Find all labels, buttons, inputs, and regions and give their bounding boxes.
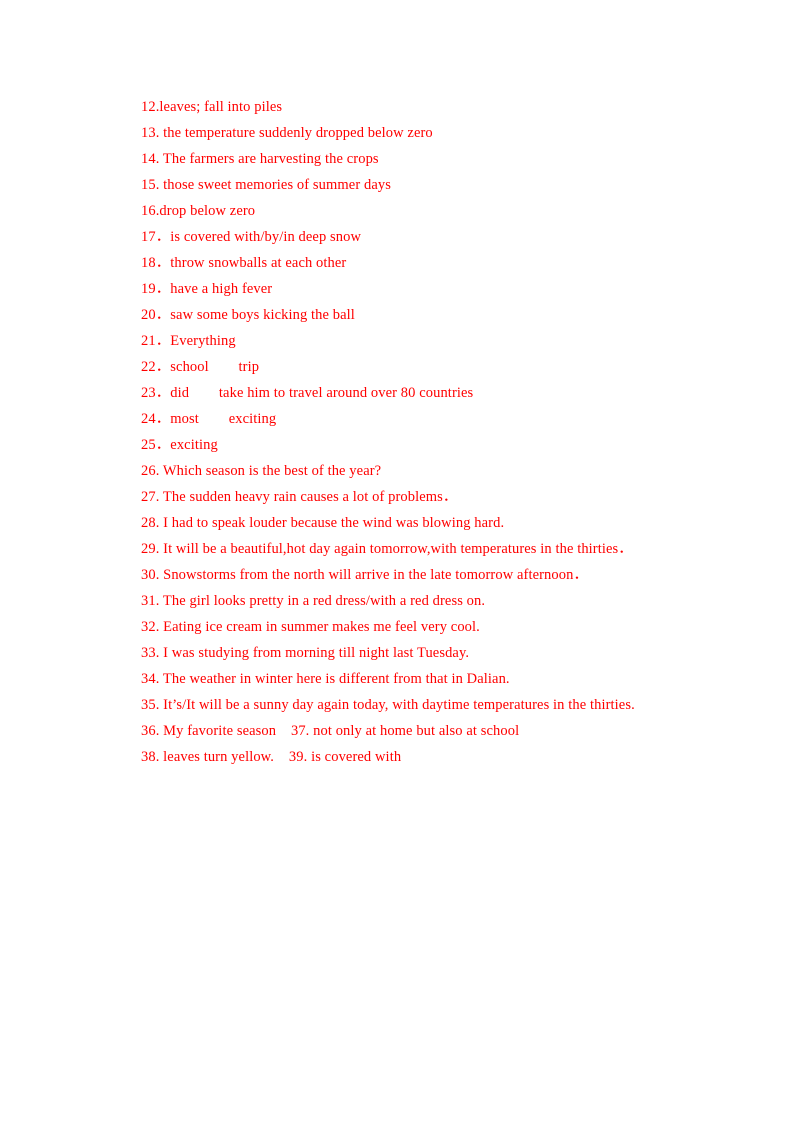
answer-line-15: 15. those sweet memories of summer days (141, 177, 391, 193)
answer-line-12: 12.leaves; fall into piles (141, 99, 283, 115)
answer-line-26: 26. Which season is the best of the year… (141, 463, 382, 479)
document-page: 12.leaves; fall into piles 13. the temper… (0, 0, 794, 1123)
answer-line-17: 17．is covered with/by/in deep snow (141, 229, 362, 245)
answer-line-25: 25．exciting (141, 437, 218, 453)
answer-line-30: 30. Snowstorms from the north will arriv… (141, 567, 589, 583)
answer-line-32: 32. Eating ice cream in summer makes me … (141, 619, 480, 635)
answer-line-28: 28. I had to speak louder because the wi… (141, 515, 505, 531)
answer-line-18: 18．throw snowballs at each other (141, 255, 347, 271)
answer-line-19: 19．have a high fever (141, 281, 273, 297)
answer-line-36: 36. My favorite season 37. not only at h… (141, 723, 520, 739)
answer-line-21: 21．Everything (141, 333, 236, 349)
answer-line-38: 38. leaves turn yellow. 39. is covered w… (141, 749, 402, 765)
answer-line-20: 20．saw some boys kicking the ball (141, 307, 355, 323)
answer-line-13: 13. the temperature suddenly dropped bel… (141, 125, 433, 141)
answer-line-29: 29. It will be a beautiful,hot day again… (141, 541, 633, 557)
answer-line-14: 14. The farmers are harvesting the crops (141, 151, 379, 167)
answer-line-35: 35. It’s/It will be a sunny day again to… (141, 697, 635, 713)
answer-line-23: 23．did take him to travel around over 80… (141, 385, 474, 401)
answer-line-31: 31. The girl looks pretty in a red dress… (141, 593, 486, 609)
answer-line-16: 16.drop below zero (141, 203, 256, 219)
answer-line-22: 22．school trip (141, 359, 260, 375)
answer-line-34: 34. The weather in winter here is differ… (141, 671, 510, 687)
answer-line-27: 27. The sudden heavy rain causes a lot o… (141, 489, 458, 505)
answer-line-33: 33. I was studying from morning till nig… (141, 645, 470, 661)
answer-line-24: 24．most exciting (141, 411, 277, 427)
answer-list: 12.leaves; fall into piles 13. the temper… (141, 94, 741, 770)
